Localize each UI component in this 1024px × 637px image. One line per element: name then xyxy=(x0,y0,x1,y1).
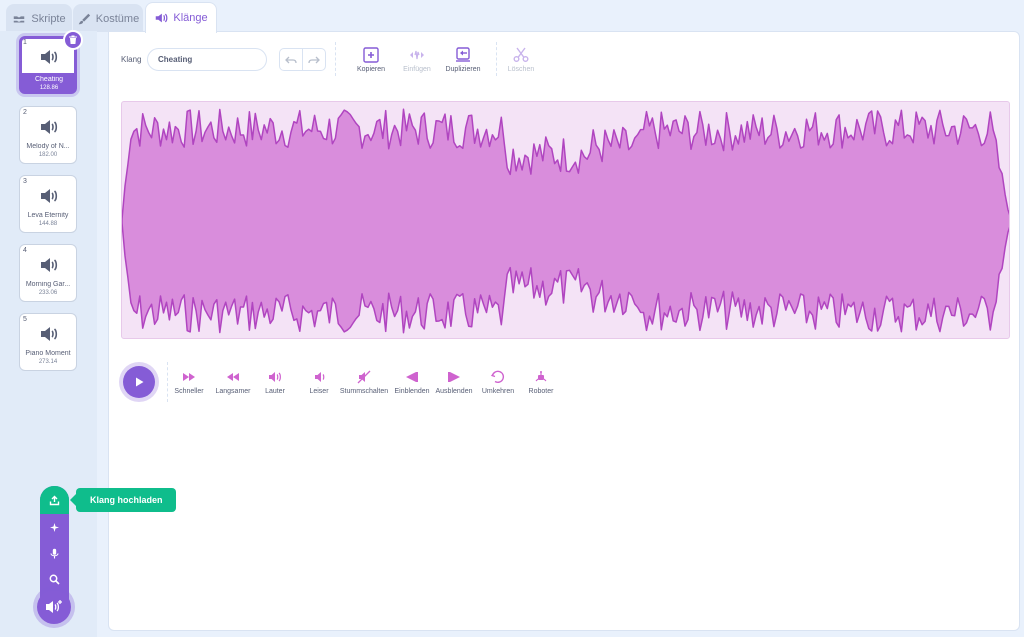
choose-sound-button[interactable] xyxy=(40,566,69,592)
scissors-icon xyxy=(513,47,529,62)
effect-label: Ausblenden xyxy=(435,388,473,395)
delete-sound-button[interactable] xyxy=(63,30,83,50)
sound-editor: Klang Kopieren Einfügen Duplizieren Lösc… xyxy=(108,31,1020,631)
sound-item-5[interactable]: 5 Piano Moment 273.14 xyxy=(19,313,77,371)
delete-label: Löschen xyxy=(507,66,535,73)
paste-icon xyxy=(410,50,424,60)
toolbar-divider xyxy=(496,42,497,76)
speaker-add-icon xyxy=(46,600,62,613)
tab-costumes[interactable]: Kostüme xyxy=(73,4,143,32)
waveform xyxy=(122,108,1009,334)
paste-label: Einfügen xyxy=(403,66,431,73)
copy-button[interactable]: Kopieren xyxy=(349,46,393,73)
code-icon xyxy=(14,15,25,22)
sound-number: 1 xyxy=(23,39,27,46)
duplicate-label: Duplizieren xyxy=(445,66,481,73)
robot-icon xyxy=(535,371,547,382)
redo-icon xyxy=(308,56,320,63)
effect-label: Umkehren xyxy=(481,388,515,395)
effect-label: Langsamer xyxy=(215,388,251,395)
tab-label: Klänge xyxy=(173,12,208,24)
speaker-icon xyxy=(156,13,168,23)
duplicate-button[interactable]: Duplizieren xyxy=(441,46,485,73)
sound-name: Melody of N... xyxy=(26,143,70,150)
duplicate-icon xyxy=(456,47,470,62)
trash-icon xyxy=(69,35,77,44)
surprise-button[interactable] xyxy=(40,514,69,540)
sound-item-4[interactable]: 4 Morning Gar... 233.06 xyxy=(19,244,77,302)
upload-sound-button[interactable] xyxy=(40,486,69,514)
rewind-icon xyxy=(227,373,239,381)
sound-item-2[interactable]: 2 Melody of N... 182.00 xyxy=(19,106,77,164)
speaker-icon xyxy=(41,50,58,64)
add-sound-button[interactable] xyxy=(37,590,71,624)
sound-name: Cheating xyxy=(34,76,64,83)
sound-duration: 144.88 xyxy=(38,221,58,227)
tab-sounds[interactable]: Klänge xyxy=(145,2,217,33)
play-button[interactable] xyxy=(123,366,155,398)
effect-label: Roboter xyxy=(528,388,554,395)
upload-icon xyxy=(49,495,60,505)
upload-tooltip: Klang hochladen xyxy=(70,488,176,512)
redo-button[interactable] xyxy=(303,49,325,70)
microphone-icon xyxy=(50,548,59,558)
sound-number: 5 xyxy=(23,316,27,323)
reverse-icon xyxy=(491,370,505,383)
speaker-icon xyxy=(41,189,58,203)
undo-button[interactable] xyxy=(280,49,303,70)
effect-label: Stummschalten xyxy=(339,388,389,395)
brush-icon xyxy=(78,13,90,24)
mute-icon xyxy=(357,370,371,384)
copy-label: Kopieren xyxy=(356,66,386,73)
tab-label: Kostüme xyxy=(95,12,140,25)
sound-number: 4 xyxy=(23,247,27,254)
sound-name: Leva Eternity xyxy=(27,212,69,219)
sound-number: 3 xyxy=(23,178,27,185)
sparkle-icon xyxy=(50,522,59,532)
volume-down-icon xyxy=(315,372,325,382)
tab-code[interactable]: Skripte xyxy=(6,4,72,32)
undo-redo-group xyxy=(279,48,326,71)
speaker-icon xyxy=(41,327,58,341)
speaker-icon xyxy=(41,120,58,134)
copy-icon xyxy=(363,47,379,63)
sound-number: 2 xyxy=(23,109,27,116)
sound-name-label: Klang xyxy=(121,55,142,64)
search-icon xyxy=(49,574,60,585)
fade-in-icon xyxy=(406,372,418,382)
speaker-icon xyxy=(41,258,58,272)
undo-icon xyxy=(284,56,297,63)
sound-duration: 182.00 xyxy=(38,152,58,158)
paste-button[interactable]: Einfügen xyxy=(395,46,439,73)
effect-label: Lauter xyxy=(265,388,285,395)
sound-name: Morning Gar... xyxy=(25,281,71,288)
add-sound-menu xyxy=(40,486,69,606)
tab-label: Skripte xyxy=(31,12,66,25)
sound-name-input[interactable] xyxy=(147,48,267,71)
record-button[interactable] xyxy=(40,540,69,566)
delete-selection-button[interactable]: Löschen xyxy=(499,46,543,73)
sound-name: Piano Moment xyxy=(25,350,71,357)
sound-duration: 128.86 xyxy=(39,85,59,91)
sound-item-3[interactable]: 3 Leva Eternity 144.88 xyxy=(19,175,77,233)
waveform-shape xyxy=(122,108,1009,334)
waveform-canvas[interactable] xyxy=(121,101,1010,339)
editor-tabs: Skripte Kostüme Klänge xyxy=(0,0,1024,33)
toolbar-divider xyxy=(335,42,336,76)
effect-label: Schneller xyxy=(174,388,204,395)
effect-label: Leiser xyxy=(309,388,329,395)
fast-forward-icon xyxy=(183,373,195,381)
effect-mute-button[interactable]: Stummschalten xyxy=(337,370,391,395)
sound-duration: 233.06 xyxy=(38,290,58,296)
fade-out-icon xyxy=(448,372,460,382)
play-icon xyxy=(136,377,144,387)
effect-label: Einblenden xyxy=(394,388,430,395)
volume-up-icon xyxy=(269,372,281,382)
effect-robot-button[interactable]: Roboter xyxy=(514,370,568,395)
sound-duration: 273.14 xyxy=(38,359,58,365)
